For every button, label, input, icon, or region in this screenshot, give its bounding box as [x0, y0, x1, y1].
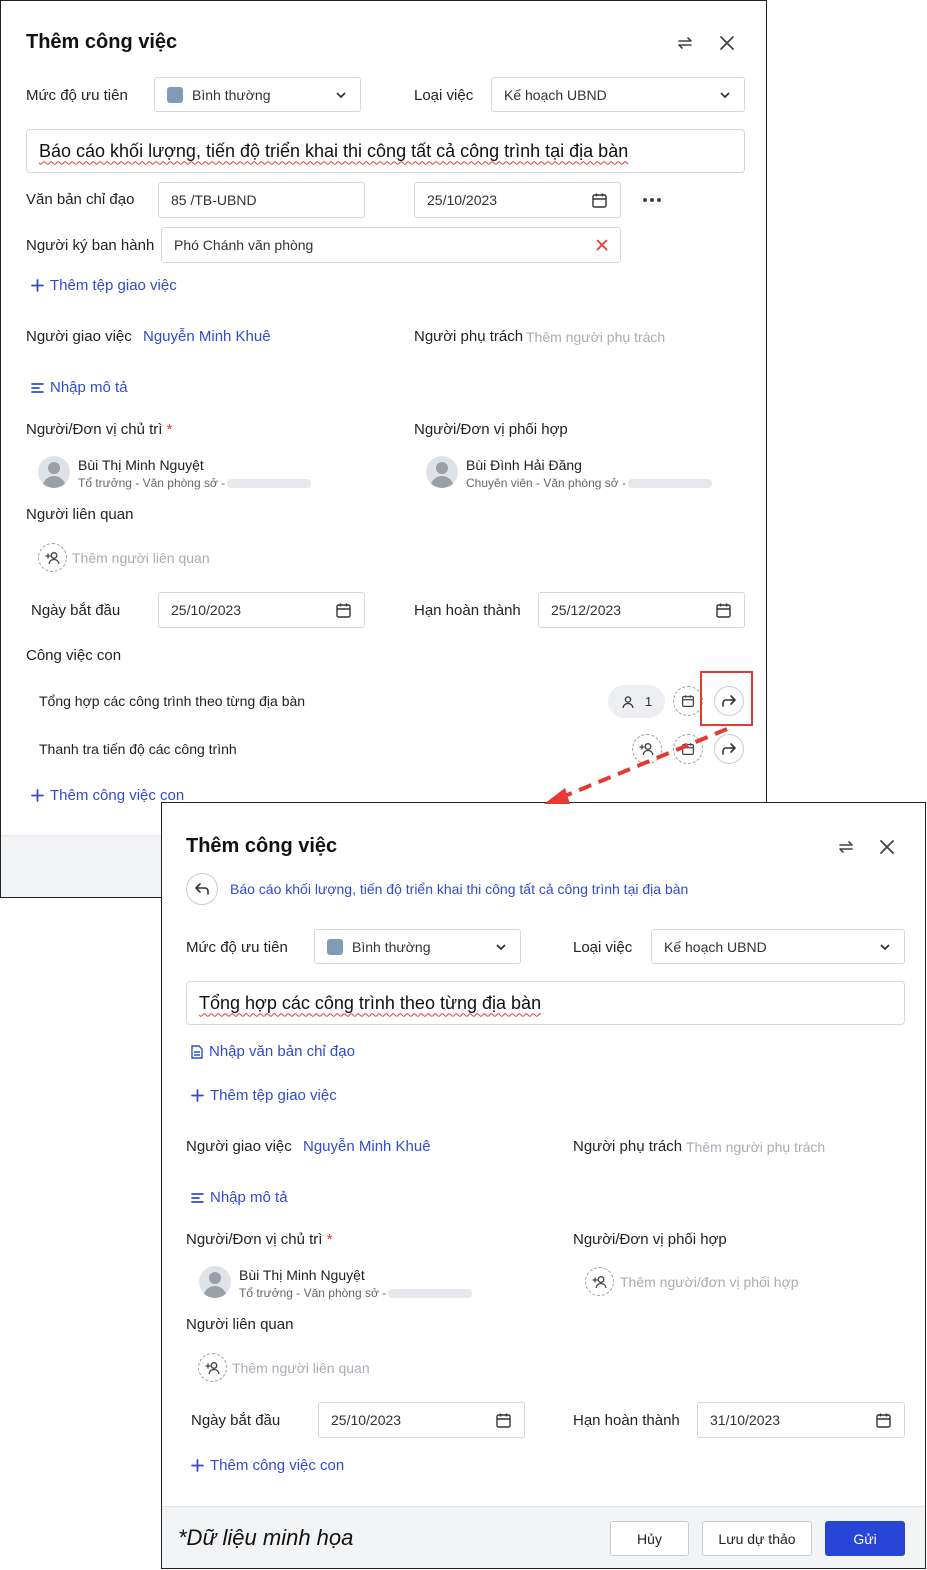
- connector-arrow: [544, 727, 728, 804]
